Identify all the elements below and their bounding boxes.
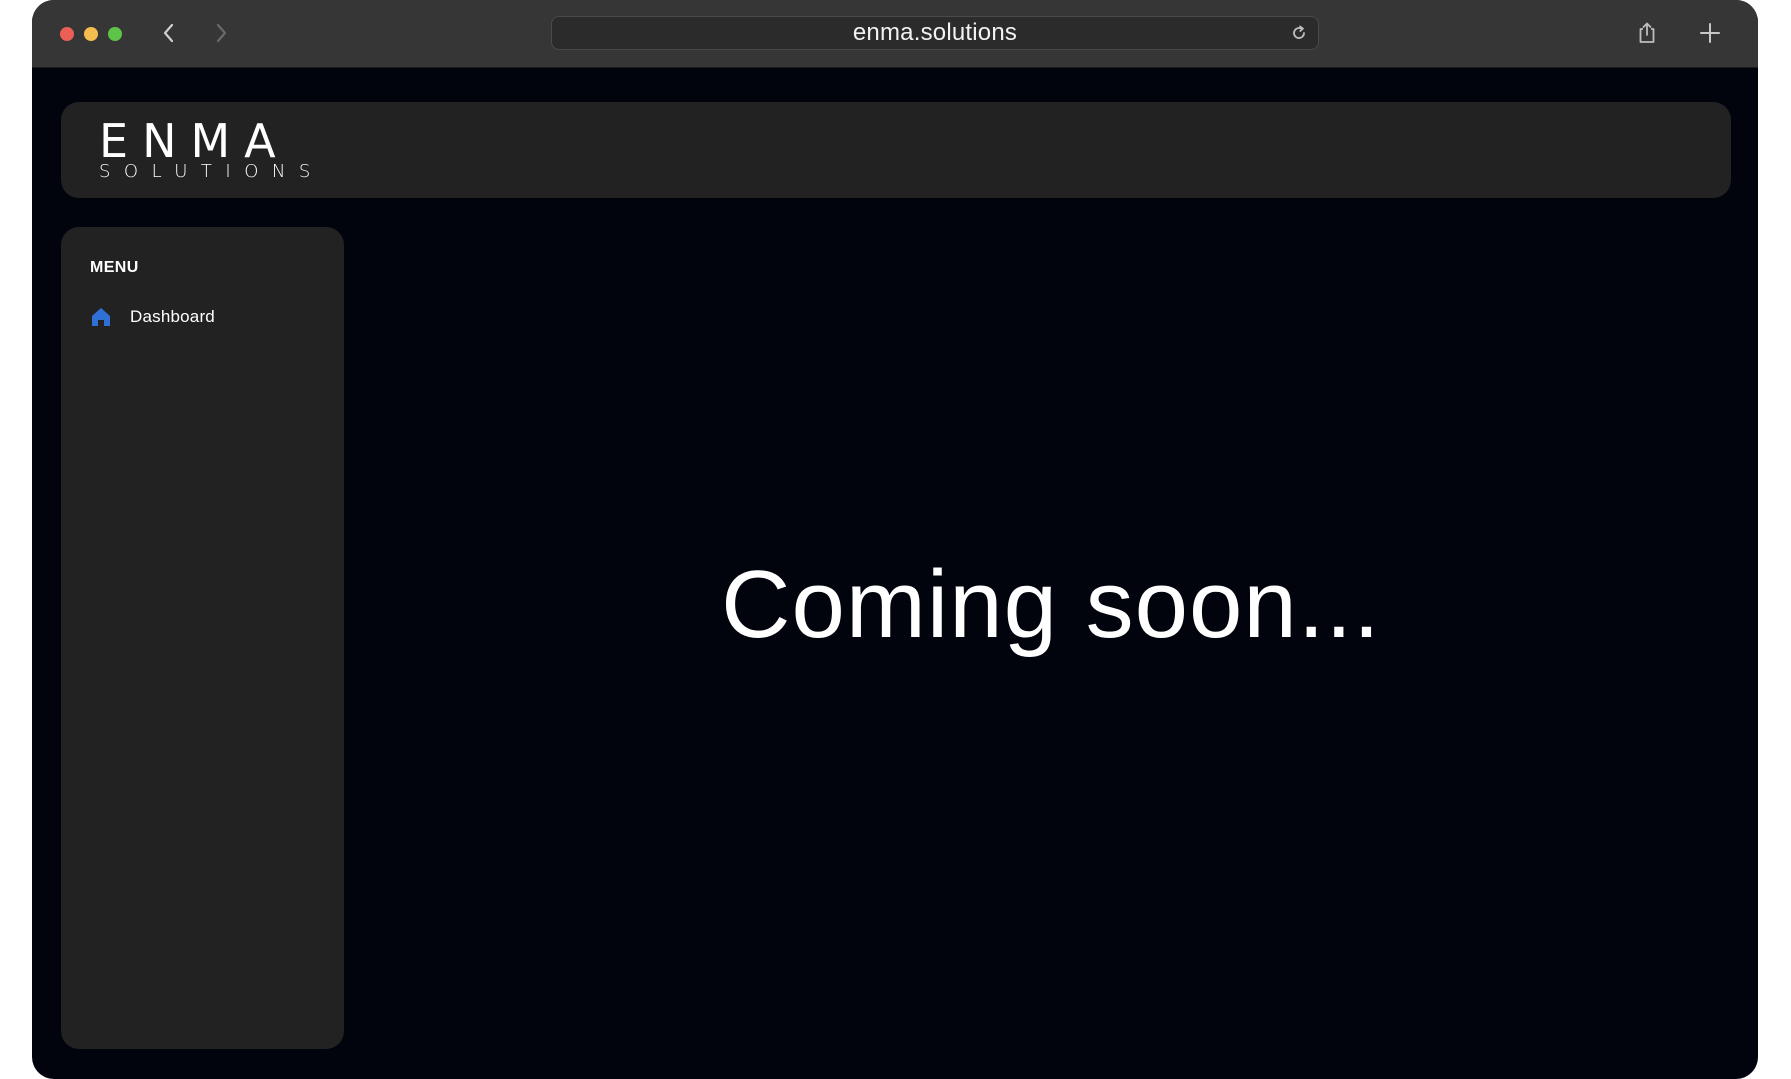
sidebar-item-label: Dashboard: [130, 307, 215, 326]
browser-window: enma.solutions ENMA SOLUTIONS MENU Dashb…: [32, 0, 1758, 1079]
enma-solutions-logo[interactable]: ENMA SOLUTIONS: [99, 118, 313, 182]
back-button[interactable]: [154, 18, 184, 48]
url-text: enma.solutions: [852, 19, 1018, 46]
share-icon: [1639, 22, 1655, 43]
reload-icon[interactable]: [1290, 24, 1308, 42]
address-bar[interactable]: enma.solutions: [551, 16, 1319, 50]
minimize-window-button[interactable]: [84, 27, 98, 41]
sidebar: MENU Dashboard: [61, 227, 344, 1049]
coming-soon-message: Coming soon...: [721, 551, 1381, 658]
logo-wordmark: ENMA: [99, 114, 290, 168]
plus-icon: [1700, 23, 1720, 43]
chevron-right-icon: [216, 23, 227, 43]
new-tab-button[interactable]: [1695, 18, 1725, 48]
forward-button[interactable]: [206, 18, 236, 48]
app-header: ENMA SOLUTIONS: [61, 102, 1731, 198]
sidebar-item-dashboard[interactable]: Dashboard: [90, 304, 320, 330]
menu-heading: MENU: [90, 259, 139, 276]
zoom-window-button[interactable]: [108, 27, 122, 41]
close-window-button[interactable]: [60, 27, 74, 41]
share-button[interactable]: [1632, 18, 1662, 48]
logo-subtitle: SOLUTIONS: [99, 161, 324, 182]
home-icon: [90, 306, 112, 328]
chevron-left-icon: [163, 23, 174, 43]
browser-titlebar: enma.solutions: [32, 0, 1758, 68]
